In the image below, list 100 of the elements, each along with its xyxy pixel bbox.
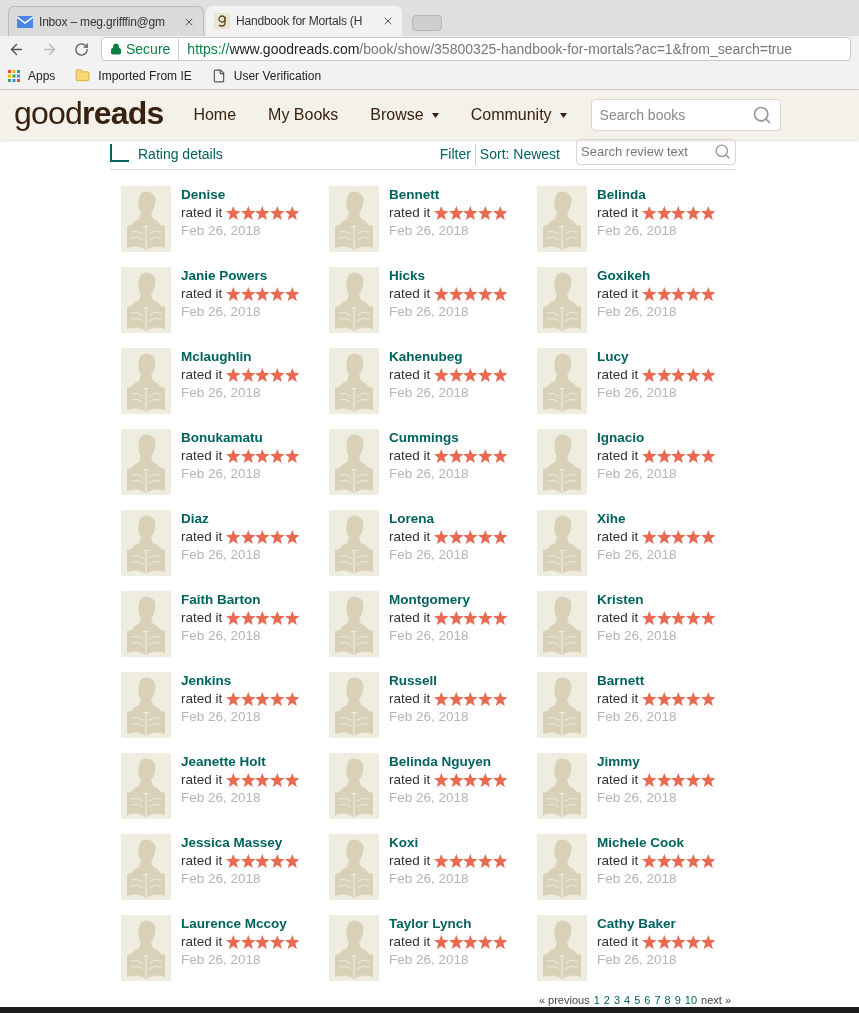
star-icon (642, 611, 657, 625)
page-link[interactable]: 10 (684, 994, 698, 1006)
previous-link[interactable]: « previous (538, 994, 590, 1006)
page-link[interactable]: 6 (644, 994, 651, 1006)
reload-icon[interactable] (74, 41, 89, 57)
star-icon (284, 287, 300, 301)
address-field[interactable]: Secure https://www.goodreads.com/book/show/35800325-handbook-for-mortals?ac=1&from_search=true (101, 37, 851, 61)
page-link[interactable]: 3 (613, 994, 621, 1006)
sort-link[interactable]: Sort: Newest (479, 144, 560, 165)
star-icon (240, 368, 256, 382)
reviewer-name[interactable]: Jimmy (597, 753, 716, 771)
search-review-field[interactable]: Search review text (576, 138, 736, 165)
star-icon (686, 530, 701, 544)
rated-label: rated it (597, 528, 639, 546)
reviewer-name[interactable]: Diaz (181, 510, 300, 528)
reader-avatar-icon (329, 186, 379, 252)
filter-link[interactable]: Filter (439, 144, 476, 165)
reviewer-name[interactable]: Lorena (389, 510, 508, 528)
reviewer-name[interactable]: Hicks (389, 267, 508, 285)
reviewer-name[interactable]: Kristen (597, 591, 716, 609)
reviewer-name[interactable]: Ignacio (597, 429, 716, 447)
star-icon (700, 530, 716, 544)
page-link[interactable]: 9 (674, 994, 681, 1006)
bookmark-item[interactable]: User Verification (211, 66, 330, 85)
reviewer-name[interactable]: Janie Powers (181, 267, 300, 285)
star-icon (656, 530, 672, 544)
bookmark-item[interactable]: Apps (8, 66, 64, 85)
star-icon (226, 692, 241, 706)
reviewer-name[interactable]: Laurence Mccoy (181, 915, 300, 933)
reviewer-name[interactable]: Bonukamatu (181, 429, 300, 447)
star-icon (255, 773, 271, 787)
reviewer-name[interactable]: Kahenubeg (389, 348, 508, 366)
reviewer-name[interactable]: Montgomery (389, 591, 508, 609)
star-icon (463, 611, 479, 625)
star-icon (255, 449, 271, 463)
reviewer-name[interactable]: Taylor Lynch (389, 915, 508, 933)
reviewer-name[interactable]: Michele Cook (597, 834, 716, 852)
nav-link[interactable]: Browse (370, 103, 439, 127)
reader-avatar-icon (121, 348, 171, 414)
nav-link[interactable]: My Books (268, 103, 339, 127)
page-link[interactable]: 4 (624, 994, 631, 1006)
page-link[interactable]: 7 (654, 994, 661, 1006)
star-icon (434, 530, 449, 544)
reviewer-name[interactable]: Jenkins (181, 672, 300, 690)
reader-avatar-icon (537, 348, 587, 414)
reviewer-name[interactable]: Xihe (597, 510, 716, 528)
star-icon (270, 287, 285, 301)
rating-details-link[interactable]: Rating details (138, 144, 223, 165)
nav-link[interactable]: Home (193, 103, 237, 127)
star-icon (656, 287, 672, 301)
page-link[interactable]: 5 (634, 994, 641, 1006)
star-icon (448, 773, 464, 787)
star-icon (478, 530, 493, 544)
star-icon (226, 368, 241, 382)
reviewer-name[interactable]: Belinda (597, 186, 716, 204)
star-icon (448, 368, 464, 382)
reviewer-name[interactable]: Faith Barton (181, 591, 300, 609)
next-link[interactable]: next » (701, 994, 731, 1006)
nav-link[interactable]: Community (470, 103, 567, 127)
close-icon[interactable] (382, 15, 394, 27)
reviewer-name[interactable]: Jessica Massey (181, 834, 300, 852)
reviewer-name[interactable]: Bennett (389, 186, 508, 204)
reviewer-name[interactable]: Lucy (597, 348, 716, 366)
review-date: Feb 26, 2018 (597, 465, 678, 483)
page-link[interactable]: 8 (664, 994, 671, 1006)
review-date: Feb 26, 2018 (389, 384, 470, 402)
star-icon (700, 611, 716, 625)
star-icon (255, 854, 271, 868)
star-icon (700, 935, 716, 949)
reader-avatar-icon (329, 510, 379, 576)
star-icon (463, 368, 479, 382)
page-link[interactable]: 2 (603, 994, 610, 1006)
goodreads-logo[interactable]: goodreads (14, 97, 164, 129)
reviewer-name[interactable]: Russell (389, 672, 508, 690)
browser-tab[interactable]: Inbox – meg.grifffin@gm (8, 6, 204, 36)
review-date: Feb 26, 2018 (597, 303, 678, 321)
reviewer-name[interactable]: Cathy Baker (597, 915, 716, 933)
star-icon (686, 368, 701, 382)
review-date: Feb 26, 2018 (389, 870, 470, 888)
rated-label: rated it (597, 285, 639, 303)
browser-tab[interactable]: Handbook for Mortals (H (206, 6, 402, 36)
reviewer-name[interactable]: Belinda Nguyen (389, 753, 508, 771)
page-link[interactable]: 1 (593, 994, 600, 1006)
star-icon (284, 773, 300, 787)
bookmark-item[interactable]: Imported From IE (75, 66, 200, 85)
star-icon (671, 773, 687, 787)
star-icon (492, 692, 508, 706)
reviewer-name[interactable]: Barnett (597, 672, 716, 690)
reviewer-name[interactable]: Goxikeh (597, 267, 716, 285)
search-books-field[interactable]: Search books (590, 99, 781, 131)
reviewer-name[interactable]: Denise (181, 186, 300, 204)
reader-avatar-icon (121, 510, 171, 576)
reviewer-name[interactable]: Koxi (389, 834, 508, 852)
star-icon (478, 773, 493, 787)
star-icon (463, 935, 479, 949)
rated-label: rated it (181, 528, 223, 546)
reviewer-name[interactable]: Jeanette Holt (181, 753, 300, 771)
star-icon (492, 773, 508, 787)
reviewer-name[interactable]: Cummings (389, 429, 508, 447)
reviewer-name[interactable]: Mclaughlin (181, 348, 300, 366)
